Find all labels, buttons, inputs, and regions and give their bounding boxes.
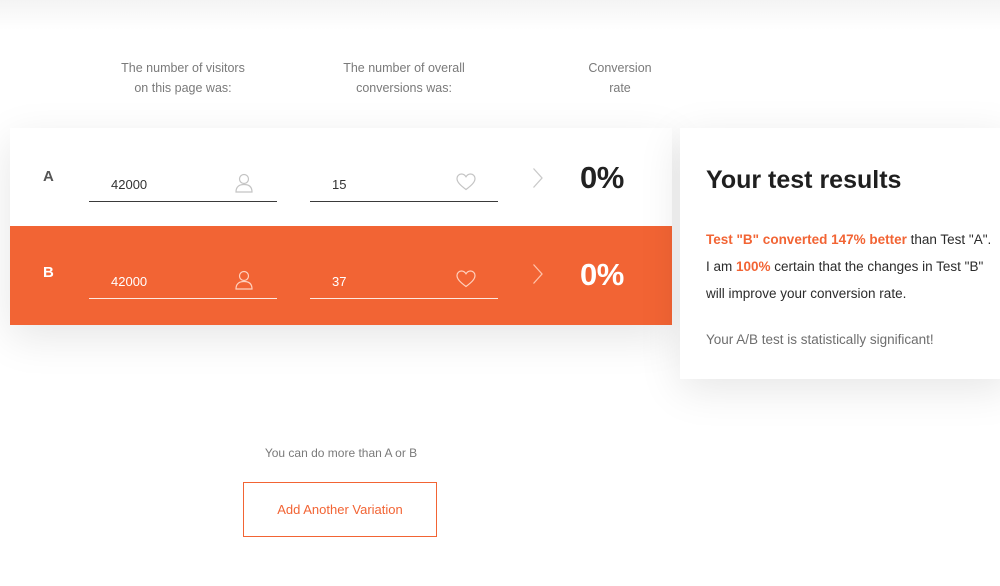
test-results-panel: Your test results Test "B" converted 147… (680, 128, 1000, 379)
conversion-rate-value: 0% (580, 160, 624, 195)
user-icon (235, 270, 253, 295)
visitors-value[interactable]: 42000 (111, 274, 147, 289)
conversions-column-header: The number of overall conversions was: (343, 61, 465, 95)
conversions-value[interactable]: 15 (332, 177, 346, 192)
more-variations-hint: You can do more than A or B (264, 446, 418, 460)
variation-row-a: A 42000 15 0% (10, 128, 672, 226)
conversions-input[interactable]: 37 (310, 264, 498, 299)
heart-icon (456, 173, 476, 196)
significance-note: Your A/B test is statistically significa… (706, 332, 934, 347)
conversions-input[interactable]: 15 (310, 167, 498, 202)
top-shadow (0, 0, 1000, 30)
improvement-highlight: Test "B" converted 147% better (706, 232, 907, 247)
conversions-value[interactable]: 37 (332, 274, 346, 289)
results-title: Your test results (706, 166, 902, 194)
results-summary: Test "B" converted 147% better than Test… (706, 226, 996, 307)
conversion-rate-value: 0% (580, 257, 624, 292)
improvement-conclusion: will improve your conversion rate. (706, 286, 907, 301)
heart-icon (456, 270, 476, 293)
improvement-text: than Test "A". (906, 232, 992, 247)
variation-row-b: B 42000 37 0% (10, 226, 672, 325)
user-icon (235, 173, 253, 198)
certainty-highlight: 100% (736, 259, 771, 274)
add-variation-button[interactable]: Add Another Variation (243, 482, 437, 537)
certainty-text: certain that the changes in Test "B" (770, 259, 984, 274)
visitors-column-header: The number of visitors on this page was: (121, 61, 245, 95)
visitors-value[interactable]: 42000 (111, 177, 147, 192)
visitors-input[interactable]: 42000 (89, 167, 277, 202)
chevron-right-icon (532, 167, 544, 194)
variation-label: B (43, 264, 54, 281)
conversion-rate-column-header: Conversion rate (588, 61, 652, 95)
variations-table: A 42000 15 0% B 42000 37 0% (10, 128, 672, 325)
visitors-input[interactable]: 42000 (89, 264, 277, 299)
certainty-prefix: I am (706, 259, 737, 274)
variation-label: A (43, 168, 54, 185)
chevron-right-icon (532, 263, 544, 290)
